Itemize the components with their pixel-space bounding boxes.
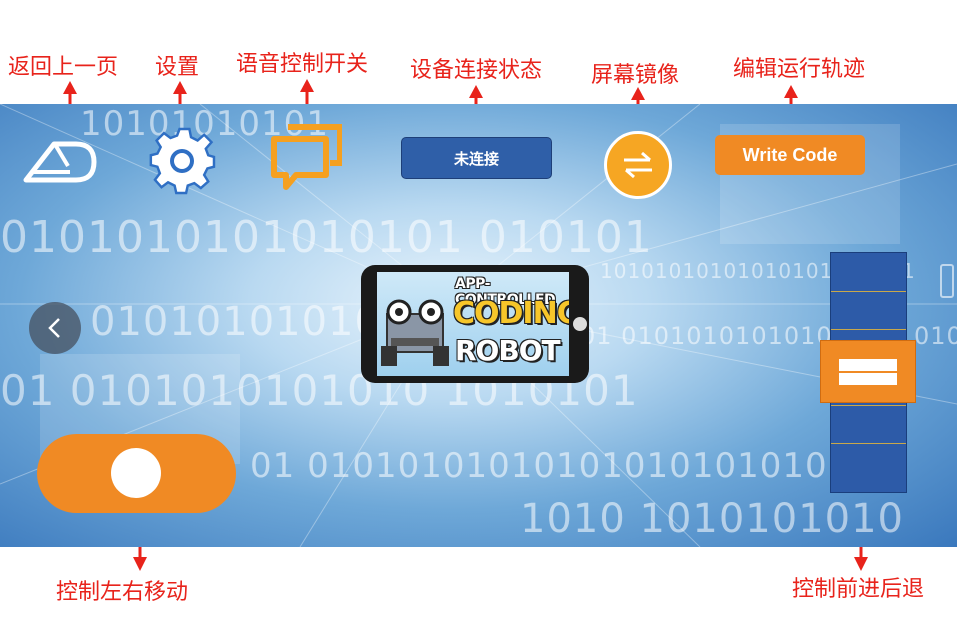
logo-line-3: ROBOT: [455, 334, 561, 367]
annotation-back: 返回上一页: [8, 55, 119, 80]
settings-button[interactable]: [146, 125, 218, 197]
chevron-left-icon: [48, 318, 60, 338]
slider-tick: [831, 405, 906, 406]
handle-grip: [839, 359, 897, 385]
app-screen: 10101010101 0101010101010101 010101 0101…: [0, 104, 957, 547]
back-button[interactable]: [20, 136, 98, 186]
write-code-button[interactable]: Write Code: [715, 135, 865, 175]
robot-phone-logo: APP-CONTROLLED CODING ROBOT: [361, 265, 589, 383]
slider-tick: [831, 443, 906, 444]
annotation-voice: 语音控制开关: [236, 52, 369, 77]
voice-control-button[interactable]: [270, 121, 343, 193]
connection-status-button[interactable]: 未连接: [401, 137, 552, 179]
bg-binary-2: 0101010101010101 010101: [0, 212, 653, 263]
annotation-left-right: 控制左右移动: [56, 580, 189, 605]
bg-binary-5: 01 01010101010101010101010101: [250, 446, 896, 486]
robot-icon: [381, 299, 449, 366]
annotation-settings: 设置: [155, 55, 200, 80]
back-arrow-icon: [23, 141, 97, 183]
annotation-edit-path: 编辑运行轨迹: [733, 57, 866, 82]
forward-back-handle[interactable]: [820, 340, 916, 403]
edge-indicator: [940, 264, 954, 298]
slider-tick: [831, 291, 906, 292]
left-right-knob[interactable]: [111, 448, 161, 498]
chat-bubbles-icon: [271, 124, 343, 190]
annotation-device-status: 设备连接状态: [410, 58, 543, 83]
screen-mirror-button[interactable]: [604, 131, 672, 199]
phone-home-button: [573, 317, 587, 331]
left-right-control[interactable]: [37, 434, 236, 513]
bg-binary-8: 1010 1010101010: [520, 496, 905, 542]
gear-icon: [149, 127, 216, 195]
logo-line-2: CODING: [453, 296, 569, 331]
slider-tick: [831, 329, 906, 330]
annotation-forward-back: 控制前进后退: [792, 577, 925, 602]
left-nav-button[interactable]: [29, 302, 81, 354]
phone-screen: APP-CONTROLLED CODING ROBOT: [377, 272, 569, 376]
swap-arrows-icon: [624, 151, 652, 179]
